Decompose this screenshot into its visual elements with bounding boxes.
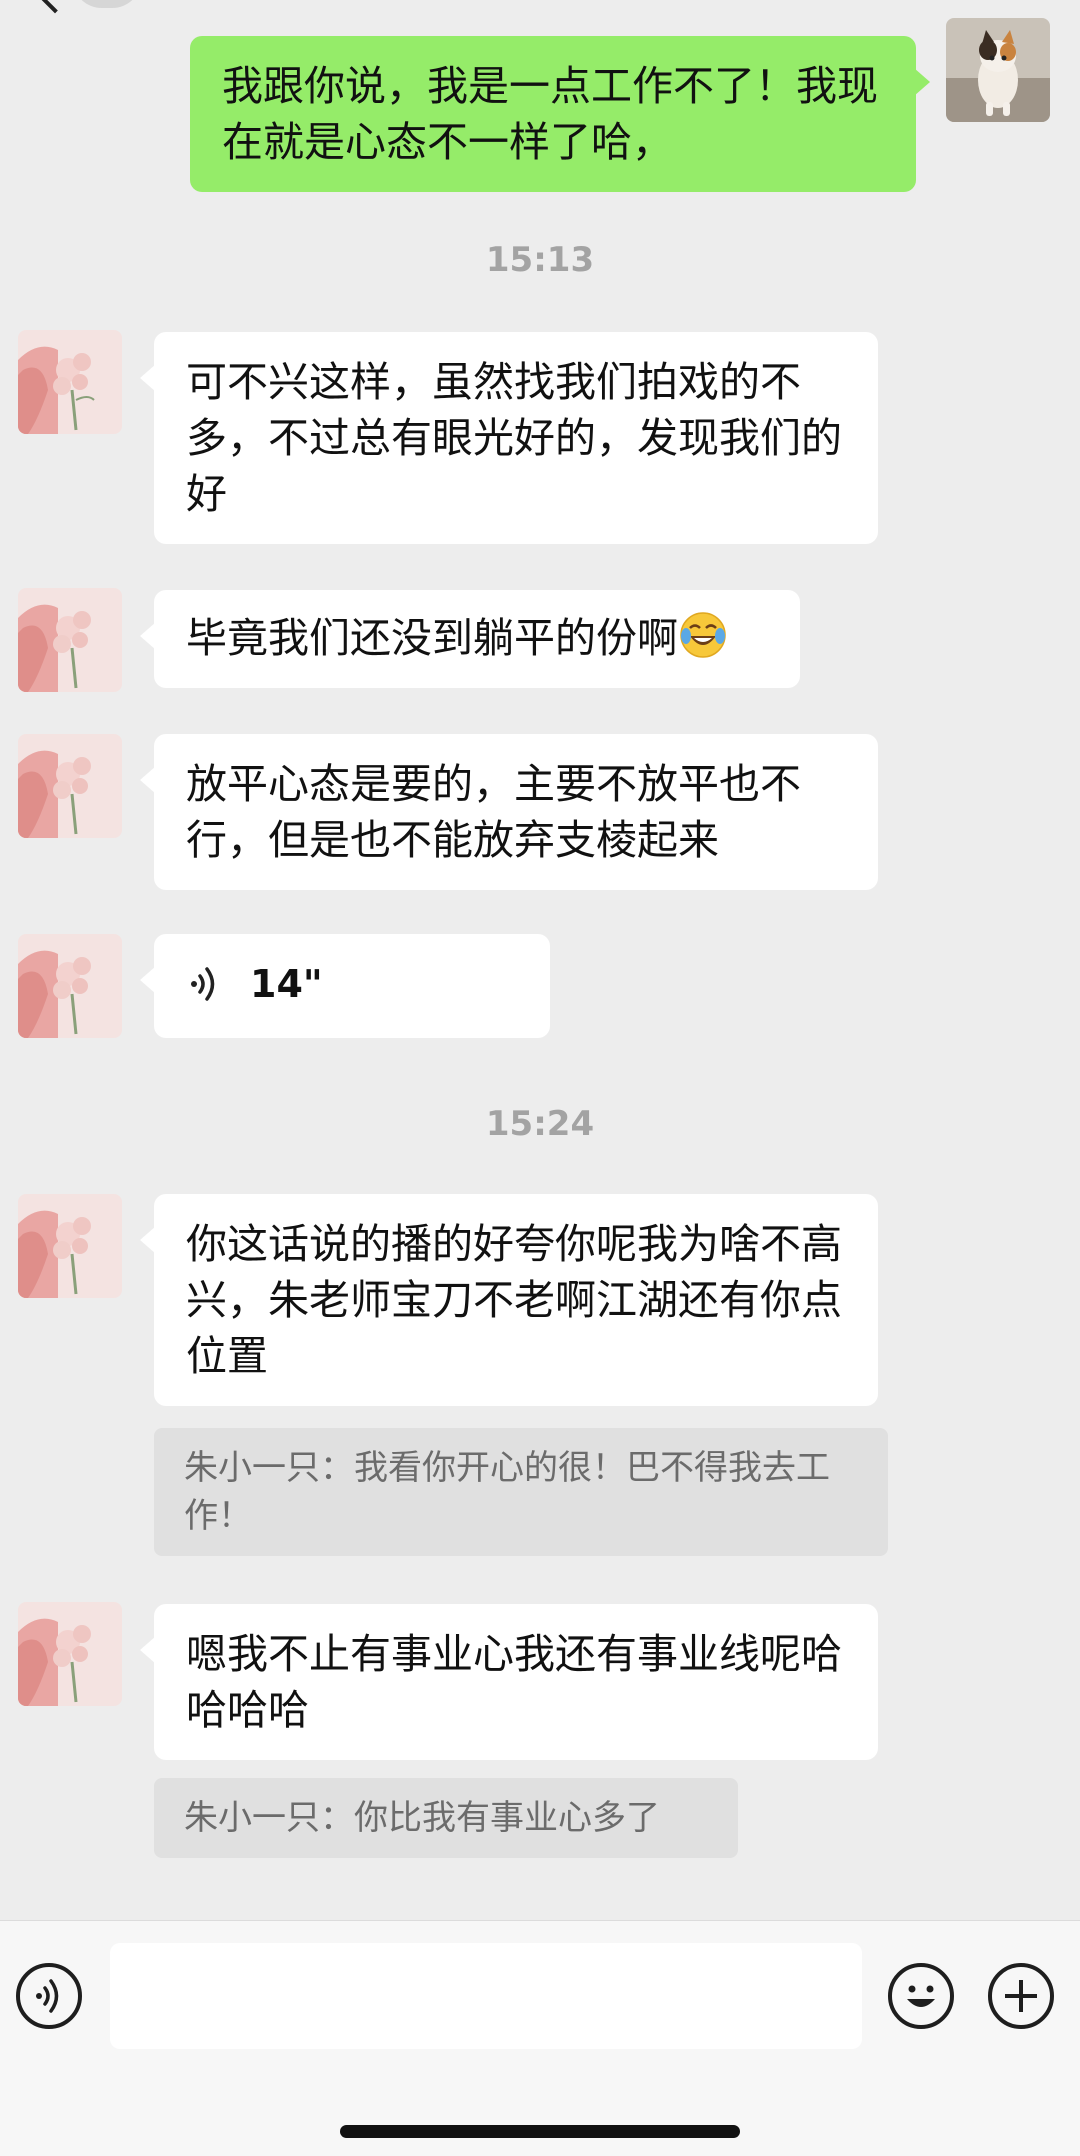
message-bubble-contact[interactable]: 放平心态是要的，主要不放平也不行，但是也不能放弃支棱起来 xyxy=(140,734,878,890)
contact-avatar[interactable] xyxy=(18,1194,122,1298)
message-bubble-contact[interactable]: 毕竟我们还没到躺平的份啊 xyxy=(140,590,800,688)
quoted-reply[interactable]: 朱小一只：我看你开心的很！巴不得我去工作！ xyxy=(154,1428,888,1556)
contact-avatar[interactable] xyxy=(18,588,122,692)
emoji-button[interactable] xyxy=(888,1963,954,2029)
message-text: 放平心态是要的，主要不放平也不行，但是也不能放弃支棱起来 xyxy=(186,760,801,864)
message-text: 你这话说的播的好夸你呢我为啥不高兴，朱老师宝刀不老啊江湖还有你点位置 xyxy=(186,1220,842,1380)
contact-avatar[interactable] xyxy=(18,1602,122,1706)
voice-icon xyxy=(36,1979,59,2013)
voice-input-button[interactable] xyxy=(16,1963,82,2029)
voice-wave-icon xyxy=(191,967,215,1001)
home-indicator[interactable] xyxy=(340,2125,740,2138)
crying-laughing-emoji-icon xyxy=(680,612,726,658)
quoted-text: 朱小一只：我看你开心的很！巴不得我去工作！ xyxy=(184,1448,830,1536)
voice-message-bubble[interactable]: 14" xyxy=(140,934,550,1038)
back-chevron-icon[interactable] xyxy=(36,0,74,14)
flower-avatar-icon xyxy=(18,588,122,692)
quoted-reply[interactable]: 朱小一只：你比我有事业心多了 xyxy=(154,1778,738,1858)
self-avatar[interactable] xyxy=(946,18,1050,122)
timestamp: 15:13 xyxy=(485,240,595,280)
plus-icon xyxy=(1005,1980,1037,2012)
flower-avatar-icon xyxy=(18,734,122,838)
more-button[interactable] xyxy=(988,1963,1054,2029)
message-bubble-contact[interactable]: 可不兴这样，虽然找我们拍戏的不多，不过总有眼光好的，发现我们的好 xyxy=(140,332,878,544)
message-bubble-self[interactable]: 我跟你说，我是一点工作不了！我现在就是心态不一样了哈， xyxy=(190,36,930,192)
unread-badge[interactable] xyxy=(72,0,142,8)
cat-avatar-icon xyxy=(946,18,1050,122)
chat-screen: 我跟你说，我是一点工作不了！我现在就是心态不一样了哈， 15:13 可不兴这样，… xyxy=(0,0,1080,2156)
flower-avatar-icon xyxy=(18,934,122,1038)
contact-avatar[interactable] xyxy=(18,934,122,1038)
message-bubble-contact[interactable]: 嗯我不止有事业心我还有事业线呢哈哈哈哈 xyxy=(140,1604,878,1760)
smile-icon xyxy=(907,1985,935,2007)
input-bar xyxy=(0,1920,1080,2156)
message-text: 毕竟我们还没到躺平的份啊 xyxy=(186,614,678,662)
message-bubble-contact[interactable]: 你这话说的播的好夸你呢我为啥不高兴，朱老师宝刀不老啊江湖还有你点位置 xyxy=(140,1194,878,1406)
flower-avatar-icon xyxy=(18,1602,122,1706)
contact-avatar[interactable] xyxy=(18,734,122,838)
message-text: 可不兴这样，虽然找我们拍戏的不多，不过总有眼光好的，发现我们的好 xyxy=(186,358,842,518)
timestamp: 15:24 xyxy=(485,1104,595,1144)
message-text: 嗯我不止有事业心我还有事业线呢哈哈哈哈 xyxy=(186,1630,842,1734)
message-text: 我跟你说，我是一点工作不了！我现在就是心态不一样了哈， xyxy=(222,62,878,166)
message-input[interactable] xyxy=(110,1943,862,2049)
contact-avatar[interactable] xyxy=(18,330,122,434)
chat-header xyxy=(0,0,1080,30)
flower-avatar-icon xyxy=(18,330,122,434)
flower-avatar-icon xyxy=(18,1194,122,1298)
quoted-text: 朱小一只：你比我有事业心多了 xyxy=(184,1798,660,1838)
voice-duration: 14" xyxy=(250,962,323,1006)
